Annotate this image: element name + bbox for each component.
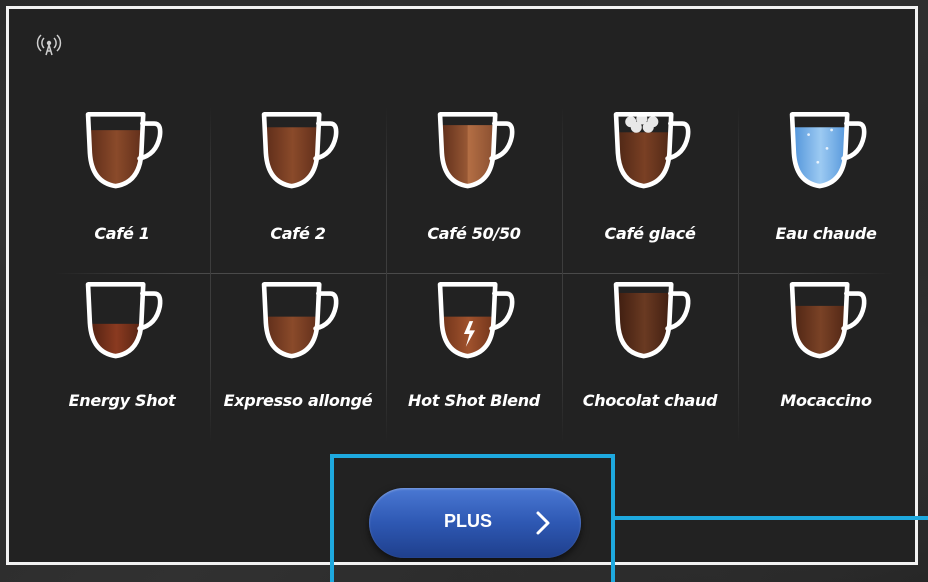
drink-label: Café glacé — [604, 224, 696, 243]
drink-label: Energy Shot — [68, 391, 176, 410]
more-drinks-button[interactable]: PLUS — [369, 488, 581, 558]
coffee-cup-icon — [85, 282, 163, 359]
grid-divider-horizontal — [54, 273, 894, 274]
drink-grid: Café 1 Café 2 Café 50/50 Café glacé Eau … — [34, 97, 914, 453]
drink-tile-energy-shot[interactable]: Energy Shot — [34, 277, 210, 453]
drink-label: Chocolat chaud — [582, 391, 718, 410]
drink-label: Mocaccino — [780, 391, 872, 410]
drink-label: Eau chaude — [775, 224, 877, 243]
drink-tile-mocaccino[interactable]: Mocaccino — [738, 277, 914, 453]
drink-label: Café 2 — [270, 224, 326, 243]
iced-coffee-cup-icon — [613, 112, 691, 189]
hot-water-cup-icon — [789, 112, 867, 189]
drink-tile-cafe-50-50[interactable]: Café 50/50 — [386, 97, 562, 273]
coffee-machine-screen: Café 1 Café 2 Café 50/50 Café glacé Eau … — [6, 6, 918, 565]
chocolate-cup-icon — [613, 282, 691, 359]
drink-tile-cafe-1[interactable]: Café 1 — [34, 97, 210, 273]
drink-tile-hot-shot-blend[interactable]: Hot Shot Blend — [386, 277, 562, 453]
more-button-label: PLUS — [444, 511, 493, 531]
drink-label: Hot Shot Blend — [408, 391, 540, 410]
drink-tile-eau-chaude[interactable]: Eau chaude — [738, 97, 914, 273]
chevron-right-icon — [536, 511, 550, 535]
wireless-signal-icon — [36, 34, 62, 56]
coffee-cup-icon — [789, 282, 867, 359]
coffee-cup-icon — [261, 282, 339, 359]
cup-liquid — [616, 292, 672, 357]
cup-liquid — [616, 132, 672, 187]
drink-label: Café 1 — [94, 224, 150, 243]
coffee-cup-icon — [261, 112, 339, 189]
coffee-cup-icon — [437, 282, 515, 359]
coffee-cup-icon — [437, 112, 515, 189]
drink-label: Expresso allongé — [223, 391, 373, 410]
coffee-cup-icon — [85, 112, 163, 189]
drink-label: Café 50/50 — [427, 224, 521, 243]
drink-tile-chocolat-chaud[interactable]: Chocolat chaud — [562, 277, 738, 453]
drink-tile-cafe-2[interactable]: Café 2 — [210, 97, 386, 273]
drink-tile-expresso-allonge[interactable]: Expresso allongé — [210, 277, 386, 453]
drink-tile-cafe-glace[interactable]: Café glacé — [562, 97, 738, 273]
